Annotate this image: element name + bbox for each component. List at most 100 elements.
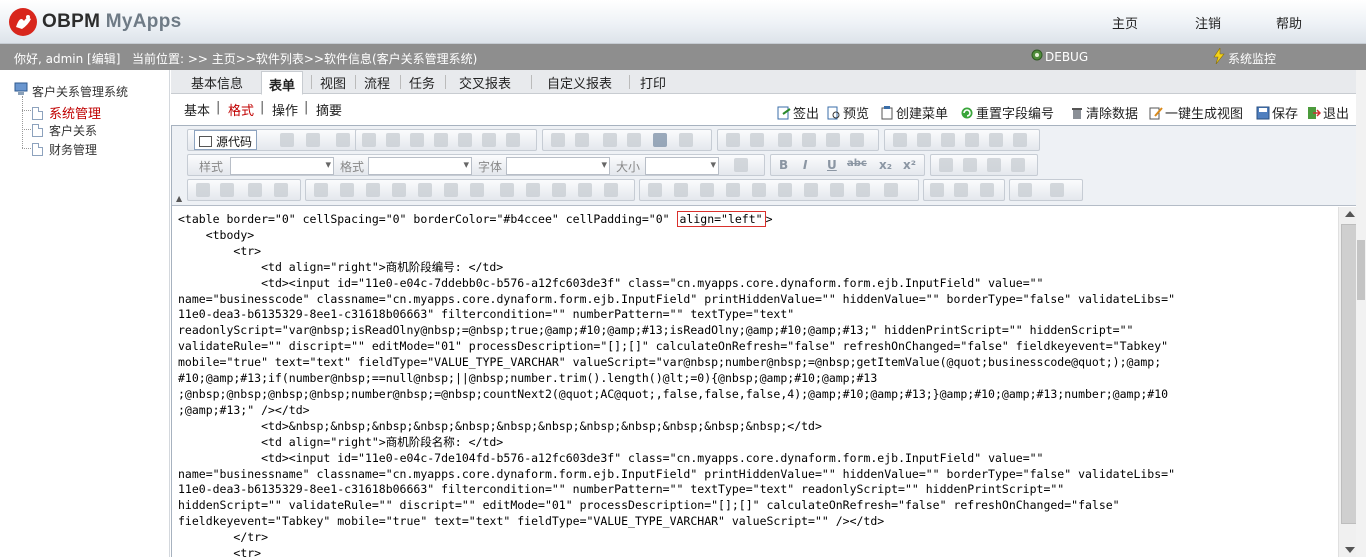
reminder-icon[interactable]	[804, 183, 818, 197]
system-monitor-link[interactable]: 系统监控	[1228, 50, 1276, 67]
date-field-icon[interactable]	[500, 183, 514, 197]
create-menu-button[interactable]: 创建菜单	[880, 103, 948, 122]
bulleted-list-icon[interactable]	[750, 133, 764, 147]
onlinetakephoto-icon[interactable]	[700, 183, 714, 197]
spellcheck-icon[interactable]	[506, 133, 520, 147]
page-scrollbar[interactable]	[1356, 70, 1366, 557]
paste-word-icon[interactable]	[458, 133, 472, 147]
print-icon[interactable]	[482, 133, 496, 147]
tree-item-finance[interactable]: 财务管理	[32, 141, 97, 158]
view-field-icon[interactable]	[526, 183, 540, 197]
tab-print[interactable]: 打印	[640, 73, 666, 92]
debug-link[interactable]: DEBUG	[1045, 50, 1088, 64]
format-select[interactable]	[368, 157, 472, 175]
nav-logout-link[interactable]: 注销	[1195, 13, 1221, 32]
underline-button[interactable]: U	[827, 158, 837, 172]
select-field-icon[interactable]	[340, 183, 354, 197]
button-field-icon[interactable]	[366, 183, 380, 197]
align-justify-icon[interactable]	[1011, 158, 1025, 172]
table-icon[interactable]	[941, 133, 955, 147]
exit-button[interactable]: 退出	[1307, 103, 1349, 122]
find-icon[interactable]	[603, 133, 617, 147]
subtab-summary[interactable]: 摘要	[316, 100, 342, 119]
tab-cross-report[interactable]: 交叉报表	[459, 73, 511, 92]
special-char-icon[interactable]	[1013, 133, 1027, 147]
tab-custom-report[interactable]: 自定义报表	[547, 73, 612, 92]
redo-icon[interactable]	[575, 133, 589, 147]
replace-icon[interactable]	[627, 133, 641, 147]
undo-icon[interactable]	[551, 133, 565, 147]
tab-workflow[interactable]: 流程	[364, 73, 390, 92]
indent-icon[interactable]	[802, 133, 816, 147]
italic-button[interactable]: I	[803, 158, 807, 172]
tab-field-icon[interactable]	[578, 183, 592, 197]
select-all-icon[interactable]	[653, 133, 667, 147]
align-right-icon[interactable]	[987, 158, 1001, 172]
tree-field-icon[interactable]	[444, 183, 458, 197]
style-select[interactable]	[230, 157, 334, 175]
size-select[interactable]	[645, 157, 719, 175]
nav-home-link[interactable]: 主页	[1112, 13, 1138, 32]
checkout-button[interactable]: 签出	[777, 103, 819, 122]
radio-icon[interactable]	[220, 183, 234, 197]
suggest-field-icon[interactable]	[752, 183, 766, 197]
nav-help-link[interactable]: 帮助	[1276, 13, 1302, 32]
align-center-icon[interactable]	[963, 158, 977, 172]
clear-data-button[interactable]: 清除数据	[1070, 103, 1138, 122]
generate-view-button[interactable]: 一键生成视图	[1149, 103, 1243, 122]
bold-button[interactable]: B	[779, 158, 788, 172]
outdent-icon[interactable]	[778, 133, 792, 147]
save-button[interactable]: 保存	[1256, 103, 1298, 122]
strikethrough-button[interactable]: abc	[847, 158, 867, 169]
anchor-icon[interactable]	[980, 183, 994, 197]
blockquote-icon[interactable]	[826, 133, 840, 147]
textarea-icon[interactable]	[274, 183, 288, 197]
tree-item-system-management[interactable]: 系统管理	[32, 103, 101, 122]
bg-color-icon[interactable]	[1050, 183, 1064, 197]
unlink-icon[interactable]	[954, 183, 968, 197]
image-icon[interactable]	[893, 133, 907, 147]
flash-icon[interactable]	[917, 133, 931, 147]
html-editor-icon[interactable]	[884, 183, 898, 197]
checkbox-icon[interactable]	[196, 183, 210, 197]
flowstate-icon[interactable]	[830, 183, 844, 197]
subscript-button[interactable]: x₂	[879, 158, 892, 172]
tab-form[interactable]: 表单	[261, 71, 304, 95]
preview-doc-icon[interactable]	[734, 158, 748, 172]
paste-icon[interactable]	[410, 133, 424, 147]
subtab-operation[interactable]: 操作	[272, 100, 298, 119]
department-field-icon[interactable]	[604, 183, 618, 197]
cut-icon[interactable]	[362, 133, 376, 147]
attachment-icon[interactable]	[470, 183, 484, 197]
user-greeting[interactable]: 你好, admin [编辑]	[14, 50, 120, 67]
tree-root-label[interactable]: 客户关系管理系统	[32, 83, 128, 100]
collapse-toolbar-icon[interactable]: ▲	[176, 194, 182, 203]
numbered-list-icon[interactable]	[726, 133, 740, 147]
reset-field-number-button[interactable]: 重置字段编号	[960, 103, 1054, 122]
user-field-icon[interactable]	[778, 183, 792, 197]
source-code-button[interactable]: 源代码	[194, 130, 258, 150]
image-button-icon[interactable]	[392, 183, 406, 197]
superscript-button[interactable]: x²	[903, 158, 916, 172]
scroll-down-icon[interactable]	[1345, 547, 1355, 553]
tab-task[interactable]: 任务	[409, 73, 435, 92]
text-color-icon[interactable]	[1018, 183, 1032, 197]
preview-button[interactable]: 预览	[827, 103, 869, 122]
templates-icon[interactable]	[336, 133, 350, 147]
page-scroll-thumb[interactable]	[1357, 240, 1365, 300]
form-icon[interactable]	[314, 183, 328, 197]
remove-format-icon[interactable]	[679, 133, 693, 147]
link-icon[interactable]	[930, 183, 944, 197]
paste-text-icon[interactable]	[434, 133, 448, 147]
link-field-icon[interactable]	[648, 183, 662, 197]
smiley-icon[interactable]	[989, 133, 1003, 147]
tab-view[interactable]: 视图	[320, 73, 346, 92]
save-doc-icon[interactable]	[280, 133, 294, 147]
new-page-icon[interactable]	[306, 133, 320, 147]
scroll-up-icon[interactable]	[1345, 211, 1355, 217]
textfield-icon[interactable]	[248, 183, 262, 197]
source-code-area[interactable]: <table border="0" cellSpacing="0" border…	[172, 207, 1338, 557]
subtab-basic[interactable]: 基本	[184, 100, 210, 119]
div-icon[interactable]	[850, 133, 864, 147]
qrcode-icon[interactable]	[856, 183, 870, 197]
